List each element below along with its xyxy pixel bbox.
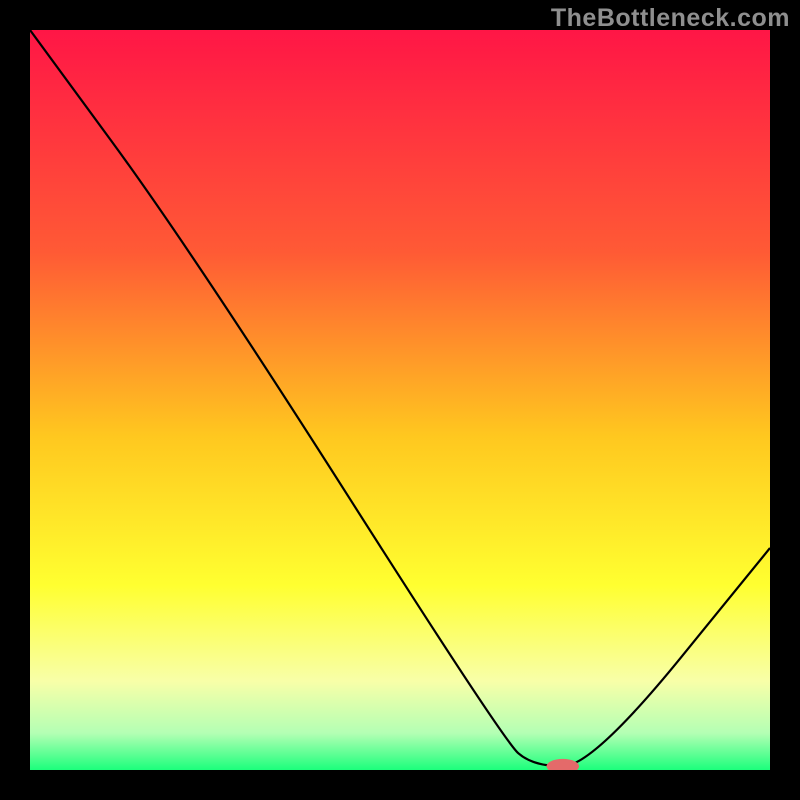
- bottleneck-chart: [30, 30, 770, 770]
- watermark-text: TheBottleneck.com: [551, 4, 790, 33]
- chart-background: [30, 30, 770, 770]
- chart-container: TheBottleneck.com: [0, 0, 800, 800]
